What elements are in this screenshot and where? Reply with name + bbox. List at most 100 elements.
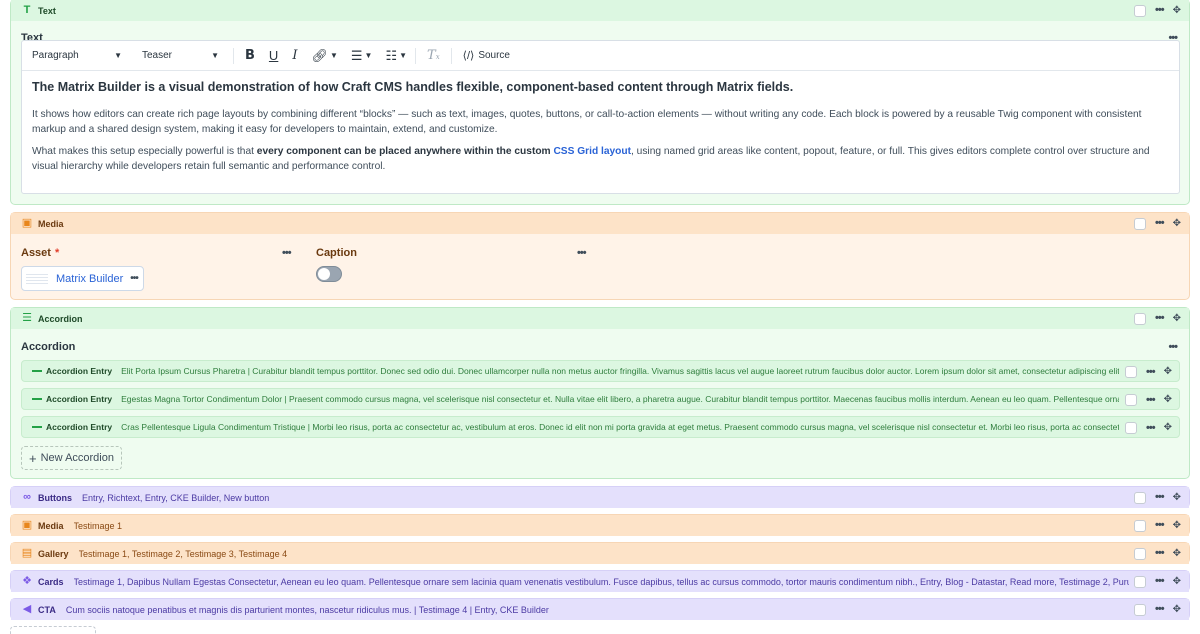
entry-summary: Cras Pellentesque Ligula Condimentum Tri… <box>121 422 1120 432</box>
entry-summary: Egestas Magna Tortor Condimentum Dolor |… <box>121 394 1120 404</box>
content-heading: The Matrix Builder is a visual demonstra… <box>32 80 794 94</box>
more-icon[interactable]: ••• <box>1146 394 1156 406</box>
move-icon[interactable]: ✥ <box>1173 218 1181 229</box>
select-checkbox[interactable] <box>1134 4 1147 17</box>
toolbar-divider <box>233 47 234 64</box>
select-checkbox[interactable] <box>1134 575 1147 588</box>
move-icon[interactable]: ✥ <box>1173 548 1181 559</box>
link-icon[interactable]: 🔗︎ <box>311 48 328 64</box>
block-header[interactable]: ◀ CTA Cum sociis natoque penatibus et ma… <box>11 599 1189 620</box>
content-link[interactable]: CSS Grid layout <box>553 146 631 157</box>
move-icon[interactable]: ✥ <box>1173 604 1181 615</box>
gallery-icon: ▤ <box>21 547 33 559</box>
editor-content[interactable]: The Matrix Builder is a visual demonstra… <box>22 71 1179 174</box>
block-controls: ••• ✥ <box>1134 487 1181 508</box>
block-type-label: Gallery <box>38 548 69 559</box>
asset-field-label: Asset * <box>21 247 59 259</box>
cards-icon: ❖ <box>22 575 32 587</box>
entry-controls: ••• ✥ <box>1125 389 1172 411</box>
more-icon[interactable]: ••• <box>1146 422 1156 434</box>
block-controls: ••• ✥ <box>1134 543 1181 564</box>
select-checkbox[interactable] <box>1134 491 1147 504</box>
remove-format-icon[interactable]: Tx <box>427 48 440 63</box>
field-menu-icon[interactable]: ••• <box>1168 341 1178 353</box>
chevron-down-icon: ▼ <box>114 51 122 60</box>
select-checkbox[interactable] <box>1134 547 1147 560</box>
select-checkbox[interactable] <box>1134 217 1147 230</box>
gallery-block[interactable]: ▤ Gallery Testimage 1, Testimage 2, Test… <box>10 542 1190 564</box>
block-header[interactable]: ▣ Media <box>11 213 1189 234</box>
move-icon[interactable]: ✥ <box>1173 520 1181 531</box>
block-header[interactable]: ▣ Media Testimage 1 <box>11 515 1189 536</box>
block-header[interactable]: ▤ Gallery Testimage 1, Testimage 2, Test… <box>11 543 1189 564</box>
style-preset-select[interactable]: Teaser ▼ <box>132 50 229 61</box>
select-checkbox[interactable] <box>1134 603 1147 616</box>
media-block-collapsed[interactable]: ▣ Media Testimage 1 ••• ✥ <box>10 514 1190 536</box>
block-header[interactable]: ☰ Accordion <box>11 308 1189 329</box>
block-type-label: Buttons <box>38 492 72 503</box>
field-menu-icon[interactable]: ••• <box>282 247 292 259</box>
select-checkbox[interactable] <box>1125 366 1138 378</box>
block-header[interactable]: ∞ Buttons Entry, Richtext, Entry, CKE Bu… <box>11 487 1189 508</box>
asset-chip[interactable]: Matrix Builder ••• <box>21 266 144 291</box>
new-accordion-button[interactable]: + New Accordion <box>21 446 122 470</box>
content-paragraph: It shows how editors can create rich pag… <box>32 109 1142 135</box>
chevron-down-icon[interactable]: ▼ <box>330 51 338 60</box>
more-icon[interactable]: ••• <box>1155 492 1165 503</box>
field-label: Accordion <box>21 341 76 353</box>
caption-toggle[interactable] <box>316 266 342 282</box>
chevron-down-icon[interactable]: ▼ <box>365 51 373 60</box>
more-icon[interactable]: ••• <box>1155 520 1165 531</box>
more-icon[interactable]: ••• <box>1155 604 1165 615</box>
move-icon[interactable]: ✥ <box>1164 395 1172 405</box>
block-header[interactable]: ❖ Cards Testimage 1, Dapibus Nullam Eges… <box>11 571 1189 592</box>
field-menu-icon[interactable]: ••• <box>577 247 587 259</box>
move-icon[interactable]: ✥ <box>1173 5 1181 16</box>
rich-text-editor[interactable]: Paragraph ▼ Teaser ▼ B U I 🔗︎ ▼ ☰ ▼ ☷ ▼ … <box>21 40 1180 194</box>
numbered-list-icon[interactable]: ☷ <box>385 48 397 64</box>
move-icon[interactable]: ✥ <box>1173 313 1181 324</box>
accordion-entry[interactable]: Accordion Entry Cras Pellentesque Ligula… <box>21 416 1180 438</box>
move-icon[interactable]: ✥ <box>1173 576 1181 587</box>
content-paragraph: What makes this setup especially powerfu… <box>32 144 1169 174</box>
underline-icon[interactable]: U <box>269 48 278 63</box>
buttons-block[interactable]: ∞ Buttons Entry, Richtext, Entry, CKE Bu… <box>10 486 1190 508</box>
entry-type-label: Accordion Entry <box>46 394 113 404</box>
bulleted-list-icon[interactable]: ☰ <box>351 48 363 64</box>
more-icon[interactable]: ••• <box>1155 576 1165 587</box>
asset-menu-icon[interactable]: ••• <box>130 273 138 284</box>
image-icon: ▣ <box>21 519 33 531</box>
megaphone-icon: ◀ <box>22 603 32 615</box>
cta-block[interactable]: ◀ CTA Cum sociis natoque penatibus et ma… <box>10 598 1190 620</box>
move-icon[interactable]: ✥ <box>1164 423 1172 433</box>
accordion-entry[interactable]: Accordion Entry Egestas Magna Tortor Con… <box>21 388 1180 410</box>
cards-block[interactable]: ❖ Cards Testimage 1, Dapibus Nullam Eges… <box>10 570 1190 592</box>
block-controls: ••• ✥ <box>1134 599 1181 620</box>
accordion-entry[interactable]: Accordion Entry Elit Porta Ipsum Cursus … <box>21 360 1180 382</box>
italic-icon[interactable]: I <box>292 48 297 63</box>
select-checkbox[interactable] <box>1134 519 1147 532</box>
block-header[interactable]: T Text <box>11 0 1189 21</box>
source-button[interactable]: Source <box>478 50 510 61</box>
select-checkbox[interactable] <box>1125 394 1138 406</box>
list-icon: ☰ <box>22 312 32 324</box>
add-block-button[interactable] <box>10 626 96 634</box>
asset-name[interactable]: Matrix Builder <box>56 273 123 285</box>
select-checkbox[interactable] <box>1134 312 1147 325</box>
block-type-label: Cards <box>38 576 64 587</box>
move-icon[interactable]: ✥ <box>1173 492 1181 503</box>
select-checkbox[interactable] <box>1125 422 1138 434</box>
more-icon[interactable]: ••• <box>1146 366 1156 378</box>
block-summary: Testimage 1 <box>73 520 123 531</box>
more-icon[interactable]: ••• <box>1155 218 1165 229</box>
bold-icon[interactable]: B <box>245 48 255 63</box>
asset-thumbnail <box>26 273 48 284</box>
paragraph-style-select[interactable]: Paragraph ▼ <box>22 50 132 61</box>
more-icon[interactable]: ••• <box>1155 313 1165 324</box>
chevron-down-icon[interactable]: ▼ <box>399 51 407 60</box>
more-icon[interactable]: ••• <box>1155 548 1165 559</box>
source-icon[interactable]: ⟨/⟩ <box>463 49 475 62</box>
more-icon[interactable]: ••• <box>1155 5 1165 16</box>
entry-summary: Elit Porta Ipsum Cursus Pharetra | Curab… <box>121 366 1120 376</box>
move-icon[interactable]: ✥ <box>1164 367 1172 377</box>
